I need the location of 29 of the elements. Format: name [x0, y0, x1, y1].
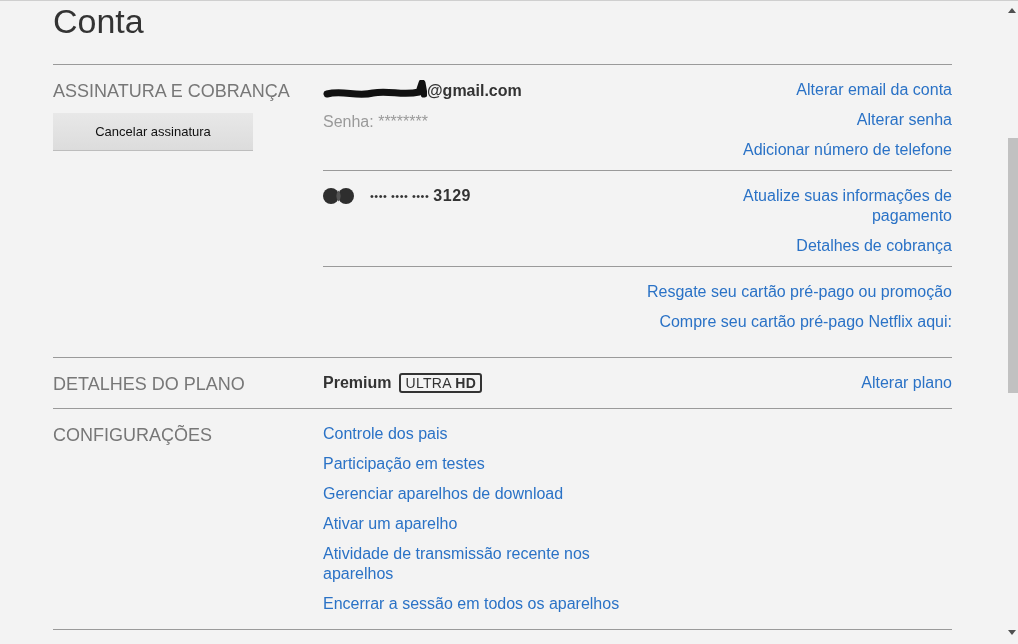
- card-logo-icon: [323, 188, 354, 204]
- account-action-link[interactable]: Adicionar número de telefone: [742, 140, 952, 160]
- payment-action-link[interactable]: Atualize suas informações de pagamento: [730, 186, 952, 226]
- plan-quality-badge: ULTRA HD: [399, 373, 483, 393]
- account-email: @gmail.com: [427, 81, 522, 101]
- payment-action-link[interactable]: Detalhes de cobrança: [796, 236, 952, 256]
- settings-link[interactable]: Ativar um aparelho: [323, 514, 458, 534]
- password-mask: Senha: ********: [323, 112, 429, 132]
- card-last-digits: 3129: [433, 186, 471, 206]
- settings-link[interactable]: Atividade de transmissão recente nos aparelhos: [323, 544, 623, 584]
- card-number-mask: •••• •••• ••••: [370, 189, 430, 204]
- account-action-link[interactable]: Alterar email da conta: [796, 80, 952, 100]
- plan-name: Premium: [323, 373, 392, 393]
- scroll-up-arrow-icon[interactable]: [1007, 8, 1016, 13]
- section-heading: CONFIGURAÇÕES: [53, 424, 213, 446]
- cancel-membership-button[interactable]: Cancelar assinatura: [53, 113, 253, 150]
- settings-link[interactable]: Participação em testes: [323, 454, 485, 474]
- scroll-down-arrow-icon[interactable]: [1007, 630, 1016, 635]
- gift-card-link[interactable]: Compre seu cartão pré-pago Netflix aqui:: [659, 312, 952, 332]
- settings-link[interactable]: Encerrar a sessão em todos os aparelhos: [323, 594, 620, 614]
- scrollbar-thumb[interactable]: [1008, 138, 1018, 393]
- settings-link[interactable]: Controle dos pais: [323, 424, 448, 444]
- settings-link[interactable]: Gerenciar aparelhos de download: [323, 484, 564, 504]
- section-heading: ASSINATURA E COBRANÇA: [53, 80, 291, 102]
- change-plan-link[interactable]: Alterar plano: [861, 373, 952, 393]
- gift-card-link[interactable]: Resgate seu cartão pré-pago ou promoção: [646, 282, 952, 302]
- account-action-link[interactable]: Alterar senha: [856, 110, 952, 130]
- page-title: Conta: [53, 1, 145, 41]
- section-heading: DETALHES DO PLANO: [53, 373, 246, 395]
